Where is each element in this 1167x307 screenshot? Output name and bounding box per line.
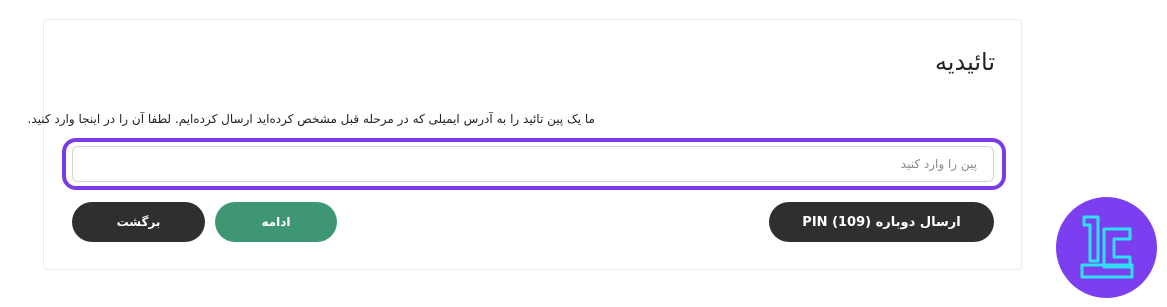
brand-logo	[1056, 197, 1157, 298]
resend-pin-button[interactable]: ارسال دوباره PIN (109)	[769, 202, 994, 242]
page-title: تائیدیه	[934, 48, 995, 76]
continue-button[interactable]: ادامه	[215, 202, 337, 242]
back-button[interactable]: برگشت	[72, 202, 205, 242]
brand-logo-icon	[1080, 215, 1134, 279]
verification-card: تائیدیه ما یک پین تائید را به آدرس ایمیل…	[28, 19, 1022, 270]
verification-description: ما یک پین تائید را به آدرس ایمیلی که در …	[27, 112, 595, 126]
pin-input[interactable]	[72, 146, 994, 182]
